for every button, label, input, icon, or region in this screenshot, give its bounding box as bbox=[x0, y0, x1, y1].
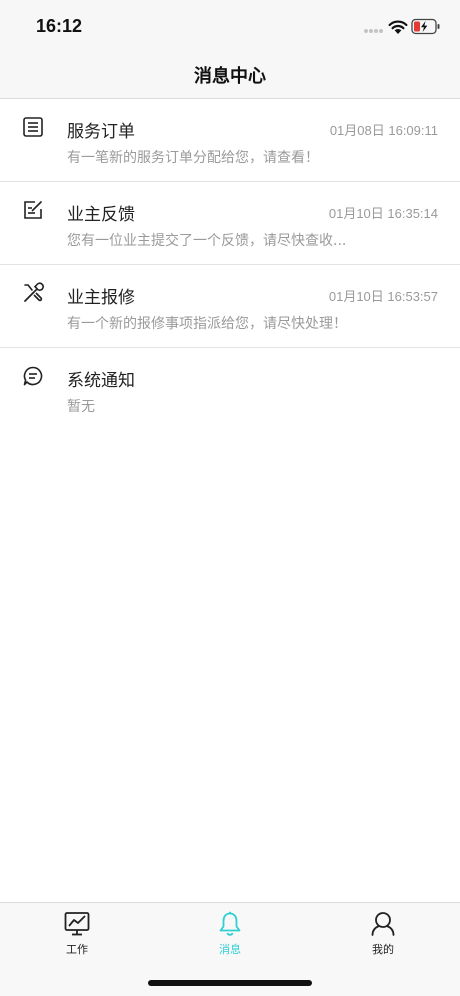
chart-monitor-icon bbox=[64, 912, 90, 936]
message-title: 服务订单 bbox=[67, 122, 135, 142]
message-preview: 您有一位业主提交了一个反馈，请尽快查收... bbox=[67, 233, 347, 249]
order-list-icon bbox=[23, 117, 43, 137]
message-item-system-notices[interactable]: 系统通知 暂无 bbox=[0, 348, 460, 431]
page-title: 消息中心 bbox=[194, 66, 266, 87]
tab-label: 我的 bbox=[372, 943, 394, 956]
tab-label: 消息 bbox=[219, 943, 241, 956]
message-title: 业主报修 bbox=[67, 288, 135, 308]
status-bar: 16:12 bbox=[0, 0, 460, 52]
message-item-owner-feedback[interactable]: 业主反馈 01月10日 16:35:14 您有一位业主提交了一个反馈，请尽快查收… bbox=[0, 182, 460, 265]
message-preview: 有一个新的报修事项指派给您，请尽快处理！ bbox=[67, 316, 347, 332]
status-time: 16:12 bbox=[36, 16, 83, 36]
home-indicator[interactable] bbox=[148, 980, 312, 986]
battery-charging-icon bbox=[411, 18, 440, 35]
chat-bubble-icon bbox=[23, 366, 43, 386]
message-preview: 暂无 bbox=[67, 399, 95, 415]
repair-tools-icon bbox=[24, 282, 44, 302]
navigation-bar: 消息中心 bbox=[0, 52, 460, 99]
tab-mine[interactable]: 我的 bbox=[343, 911, 423, 961]
bell-icon bbox=[219, 911, 241, 936]
message-preview: 有一笔新的服务订单分配给您，请查看！ bbox=[67, 150, 319, 166]
edit-note-icon bbox=[24, 200, 43, 219]
message-list: 服务订单 01月08日 16:09:11 有一笔新的服务订单分配给您，请查看！ … bbox=[0, 99, 460, 431]
message-center-screen: 16:12 消息中心 服务订单 01月08日 16:09:11 有一笔新的服务订… bbox=[0, 0, 460, 996]
tab-work[interactable]: 工作 bbox=[37, 911, 117, 961]
message-title: 业主反馈 bbox=[67, 205, 135, 225]
message-time: 01月10日 16:35:14 bbox=[328, 206, 438, 221]
tab-messages[interactable]: 消息 bbox=[190, 911, 270, 961]
message-time: 01月10日 16:53:57 bbox=[328, 289, 438, 304]
tab-label: 工作 bbox=[66, 943, 88, 956]
message-item-service-orders[interactable]: 服务订单 01月08日 16:09:11 有一笔新的服务订单分配给您，请查看！ bbox=[0, 99, 460, 182]
user-icon bbox=[371, 912, 395, 936]
wifi-icon bbox=[388, 20, 408, 34]
message-title: 系统通知 bbox=[67, 371, 135, 391]
signal-dots-icon bbox=[364, 29, 384, 34]
message-item-owner-repairs[interactable]: 业主报修 01月10日 16:53:57 有一个新的报修事项指派给您，请尽快处理… bbox=[0, 265, 460, 348]
message-time: 01月08日 16:09:11 bbox=[329, 123, 438, 138]
